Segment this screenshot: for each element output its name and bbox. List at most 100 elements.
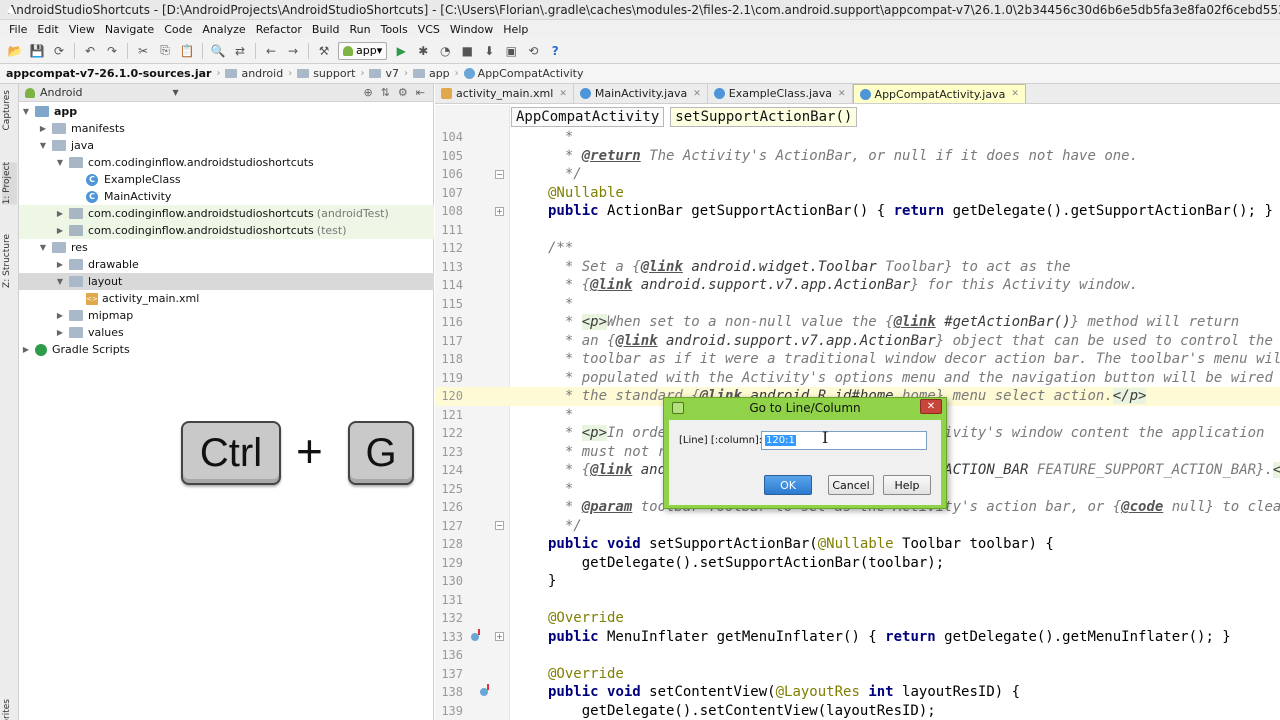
- code-line[interactable]: 115 *: [435, 295, 1280, 314]
- menu-view[interactable]: View: [64, 23, 100, 36]
- collapsed-arrow-icon[interactable]: ▶: [55, 328, 65, 337]
- fold-toggle-icon[interactable]: +: [495, 632, 504, 642]
- help-icon[interactable]: ?: [546, 42, 564, 60]
- code-line[interactable]: 104 *: [435, 128, 1280, 147]
- fold-toggle-icon[interactable]: −: [495, 169, 504, 179]
- code-line[interactable]: 130}: [435, 572, 1280, 591]
- code-line[interactable]: 111: [435, 221, 1280, 240]
- code-line[interactable]: 127 − */: [435, 517, 1280, 536]
- collapsed-arrow-icon[interactable]: ▶: [38, 124, 48, 133]
- find-icon[interactable]: 🔍: [209, 42, 227, 60]
- expanded-arrow-icon[interactable]: ▼: [38, 141, 48, 150]
- code-line[interactable]: 131: [435, 591, 1280, 610]
- tree-item[interactable]: ▼ java: [19, 137, 434, 154]
- dialog-close-button[interactable]: ✕: [920, 399, 942, 414]
- expanded-arrow-icon[interactable]: ▼: [55, 158, 65, 167]
- tree-item[interactable]: ▶ values: [19, 324, 434, 341]
- nav-crumb[interactable]: v7: [369, 67, 399, 80]
- tree-item[interactable]: ▶ mipmap: [19, 307, 434, 324]
- run-configuration-select[interactable]: app ▾: [338, 41, 388, 60]
- menu-code[interactable]: Code: [159, 23, 197, 36]
- profile-icon[interactable]: ◔: [436, 42, 454, 60]
- editor-tab[interactable]: MainActivity.java ✕: [574, 84, 708, 103]
- back-icon[interactable]: ←: [262, 42, 280, 60]
- expanded-arrow-icon[interactable]: ▼: [38, 243, 48, 252]
- code-line[interactable]: 106 − */: [435, 165, 1280, 184]
- editor-tab[interactable]: activity_main.xml ✕: [435, 84, 574, 103]
- collapsed-arrow-icon[interactable]: ▶: [55, 260, 65, 269]
- sync-icon[interactable]: ⟳: [50, 42, 68, 60]
- code-line[interactable]: 138 public void setContentView(@LayoutRes…: [435, 683, 1280, 702]
- run-icon[interactable]: ▶: [392, 42, 410, 60]
- undo-icon[interactable]: ↶: [81, 42, 99, 60]
- code-line[interactable]: 132 @Override: [435, 609, 1280, 628]
- editor-tab[interactable]: ExampleClass.java ✕: [708, 84, 853, 103]
- ok-button[interactable]: OK: [764, 475, 812, 495]
- captures-tab[interactable]: Captures: [2, 90, 17, 130]
- menu-edit[interactable]: Edit: [32, 23, 63, 36]
- breadcrumb-class[interactable]: AppCompatActivity: [511, 107, 665, 127]
- editor-tab[interactable]: AppCompatActivity.java ✕: [852, 84, 1026, 103]
- menu-refactor[interactable]: Refactor: [251, 23, 307, 36]
- collapsed-arrow-icon[interactable]: ▶: [21, 345, 31, 354]
- code-line[interactable]: 133 + public MenuInflater getMenuInflater(…: [435, 628, 1280, 647]
- code-line[interactable]: 118 * toolbar as if it were a traditiona…: [435, 350, 1280, 369]
- code-line[interactable]: 117 * an {@link android.support.v7.app.A…: [435, 332, 1280, 351]
- menu-build[interactable]: Build: [307, 23, 345, 36]
- tree-item[interactable]: ▶ Gradle Scripts: [19, 341, 434, 358]
- code-line[interactable]: 137 @Override: [435, 665, 1280, 684]
- code-line[interactable]: 114 * {@link android.support.v7.app.Acti…: [435, 276, 1280, 295]
- collapsed-arrow-icon[interactable]: ▶: [55, 226, 65, 235]
- fold-toggle-icon[interactable]: −: [495, 521, 504, 531]
- nav-crumb[interactable]: android: [225, 67, 283, 80]
- tree-item[interactable]: ▼ layout: [19, 273, 434, 290]
- menu-window[interactable]: Window: [445, 23, 498, 36]
- project-tab[interactable]: 1: Project: [2, 162, 17, 205]
- collapsed-arrow-icon[interactable]: ▶: [55, 209, 65, 218]
- menu-help[interactable]: Help: [498, 23, 533, 36]
- override-method-icon[interactable]: [471, 628, 480, 641]
- open-icon[interactable]: 📂: [6, 42, 24, 60]
- tree-item[interactable]: <> activity_main.xml: [19, 290, 434, 307]
- scroll-from-source-icon[interactable]: ⊕: [363, 86, 372, 99]
- code-line[interactable]: 108 + public ActionBar getSupportActionBar…: [435, 202, 1280, 221]
- code-line[interactable]: 139 getDelegate().setContentView(layoutR…: [435, 702, 1280, 720]
- code-line[interactable]: 112 /**: [435, 239, 1280, 258]
- cancel-button[interactable]: Cancel: [828, 475, 874, 495]
- avd-manager-icon[interactable]: ▣: [502, 42, 520, 60]
- forward-icon[interactable]: →: [284, 42, 302, 60]
- collapsed-arrow-icon[interactable]: ▶: [55, 311, 65, 320]
- nav-crumb[interactable]: support: [297, 67, 355, 80]
- tree-item[interactable]: ▼ res: [19, 239, 434, 256]
- code-line[interactable]: 113 * Set a {@link android.widget.Toolba…: [435, 258, 1280, 277]
- replace-icon[interactable]: ⇄: [231, 42, 249, 60]
- gear-icon[interactable]: ⚙: [398, 86, 408, 99]
- redo-icon[interactable]: ↷: [103, 42, 121, 60]
- tree-item[interactable]: C ExampleClass: [19, 171, 434, 188]
- code-line[interactable]: 119 * populated with the Activity's opti…: [435, 369, 1280, 388]
- structure-tab[interactable]: Z: Structure: [2, 234, 17, 288]
- help-button[interactable]: Help: [883, 475, 931, 495]
- menu-vcs[interactable]: VCS: [413, 23, 445, 36]
- expanded-arrow-icon[interactable]: ▼: [55, 277, 65, 286]
- nav-crumb[interactable]: app: [412, 67, 450, 80]
- code-line[interactable]: 136: [435, 646, 1280, 665]
- save-icon[interactable]: 💾: [28, 42, 46, 60]
- line-column-input[interactable]: 120:1: [761, 431, 927, 450]
- project-view-selector[interactable]: Android: [40, 86, 83, 99]
- code-line[interactable]: 105 * @return The Activity's ActionBar, …: [435, 147, 1280, 166]
- gradle-sync-icon[interactable]: ⟲: [524, 42, 542, 60]
- menu-navigate[interactable]: Navigate: [100, 23, 159, 36]
- tree-item[interactable]: ▶ com.codinginflow.androidstudioshortcuts…: [19, 222, 434, 239]
- favorites-tab[interactable]: Favorites: [2, 699, 17, 720]
- build-icon[interactable]: ⚒: [315, 42, 333, 60]
- close-icon[interactable]: ✕: [838, 89, 846, 99]
- tree-item[interactable]: ▶ com.codinginflow.androidstudioshortcuts…: [19, 205, 434, 222]
- tree-item[interactable]: ▶ drawable: [19, 256, 434, 273]
- fold-toggle-icon[interactable]: +: [495, 206, 504, 216]
- menu-tools[interactable]: Tools: [376, 23, 413, 36]
- tree-item[interactable]: ▼ com.codinginflow.androidstudioshortcuts: [19, 154, 434, 171]
- code-line[interactable]: 116 * <p>When set to a non-null value th…: [435, 313, 1280, 332]
- copy-icon[interactable]: ⎘: [156, 42, 174, 60]
- tree-item[interactable]: ▼ app: [19, 103, 434, 120]
